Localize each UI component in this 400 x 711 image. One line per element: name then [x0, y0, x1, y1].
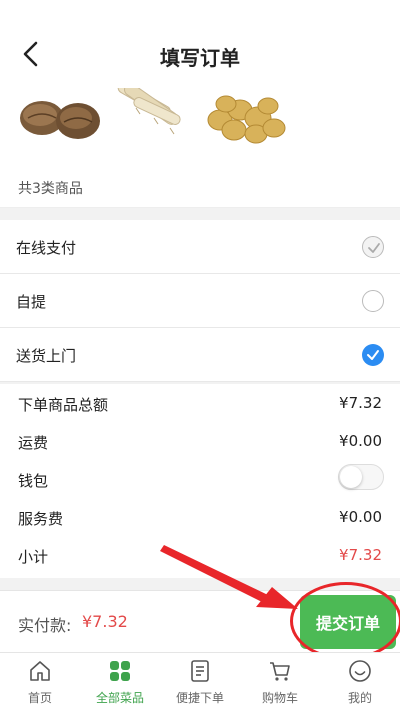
- tab-cart[interactable]: 购物车: [240, 653, 320, 711]
- option-home-delivery[interactable]: 送货上门: [0, 328, 400, 382]
- toggle-knob: [340, 466, 362, 488]
- pay-label: 实付款:: [18, 616, 72, 635]
- row-value: ¥7.32: [339, 394, 382, 412]
- tab-label: 便捷下单: [175, 691, 224, 705]
- list-icon: [191, 660, 209, 682]
- yam-image: [117, 88, 181, 135]
- row-label: 服务费: [18, 510, 64, 528]
- summary-row-service-fee: 服务费 ¥0.00: [0, 498, 400, 536]
- price-summary: 下单商品总额 ¥7.32 运费 ¥0.00 钱包 服务费 ¥0.00 小计 ¥7…: [0, 384, 400, 574]
- row-label: 小计: [18, 548, 49, 566]
- tab-label: 我的: [347, 691, 372, 705]
- row-label: 运费: [18, 434, 49, 452]
- delivery-options: 在线支付 自提 送货上门: [0, 220, 400, 382]
- option-label: 自提: [16, 293, 47, 311]
- row-label: 下单商品总额: [18, 396, 109, 414]
- bottom-tab-bar: 首页 全部菜品 便捷下单 购物车 我的: [0, 652, 400, 711]
- header: 填写订单: [0, 0, 400, 86]
- summary-row-shipping: 运费 ¥0.00: [0, 422, 400, 460]
- summary-row-subtotal: 小计 ¥7.32: [0, 536, 400, 574]
- check-disabled-icon: [362, 236, 384, 258]
- pay-bar: 实付款: ¥7.32 提交订单: [0, 590, 400, 652]
- page-title: 填写订单: [160, 46, 240, 70]
- grid-icon: [110, 661, 130, 681]
- row-value: ¥7.32: [339, 546, 382, 564]
- section-divider: [0, 208, 400, 220]
- summary-row-wallet: 钱包: [0, 460, 400, 498]
- product-count: 共3类商品: [18, 181, 83, 197]
- pay-amount: ¥7.32: [82, 612, 128, 631]
- tab-home[interactable]: 首页: [0, 653, 80, 711]
- tab-label: 首页: [27, 691, 52, 705]
- tab-me[interactable]: 我的: [320, 653, 400, 711]
- radio-unchecked-icon[interactable]: [362, 290, 384, 312]
- row-label: 钱包: [18, 472, 49, 490]
- option-label: 送货上门: [16, 347, 77, 365]
- cart-icon: [270, 662, 290, 681]
- section-divider: [0, 578, 400, 590]
- tab-quick-order[interactable]: 便捷下单: [160, 653, 240, 711]
- tab-all-dishes[interactable]: 全部菜品: [80, 653, 160, 711]
- potato-image: [207, 95, 286, 144]
- option-online-pay[interactable]: 在线支付: [0, 220, 400, 274]
- summary-row-goods-total: 下单商品总额 ¥7.32: [0, 384, 400, 422]
- smile-icon: [349, 660, 371, 682]
- row-value: ¥0.00: [339, 432, 382, 450]
- home-icon: [30, 661, 50, 681]
- taro-image: [20, 101, 100, 139]
- product-section[interactable]: 共3类商品: [0, 86, 400, 208]
- row-value: ¥0.00: [339, 508, 382, 526]
- wallet-toggle[interactable]: [338, 464, 384, 490]
- option-label: 在线支付: [16, 239, 77, 257]
- option-self-pickup[interactable]: 自提: [0, 274, 400, 328]
- radio-checked-icon[interactable]: [362, 344, 384, 366]
- tab-label: 全部菜品: [95, 691, 144, 705]
- tab-label: 购物车: [261, 691, 298, 705]
- order-page: 填写订单 共3类商品 在线支付 自提 送货上门 下单商品总额 ¥7.32 运费 …: [0, 0, 400, 711]
- submit-order-button[interactable]: 提交订单: [300, 595, 396, 649]
